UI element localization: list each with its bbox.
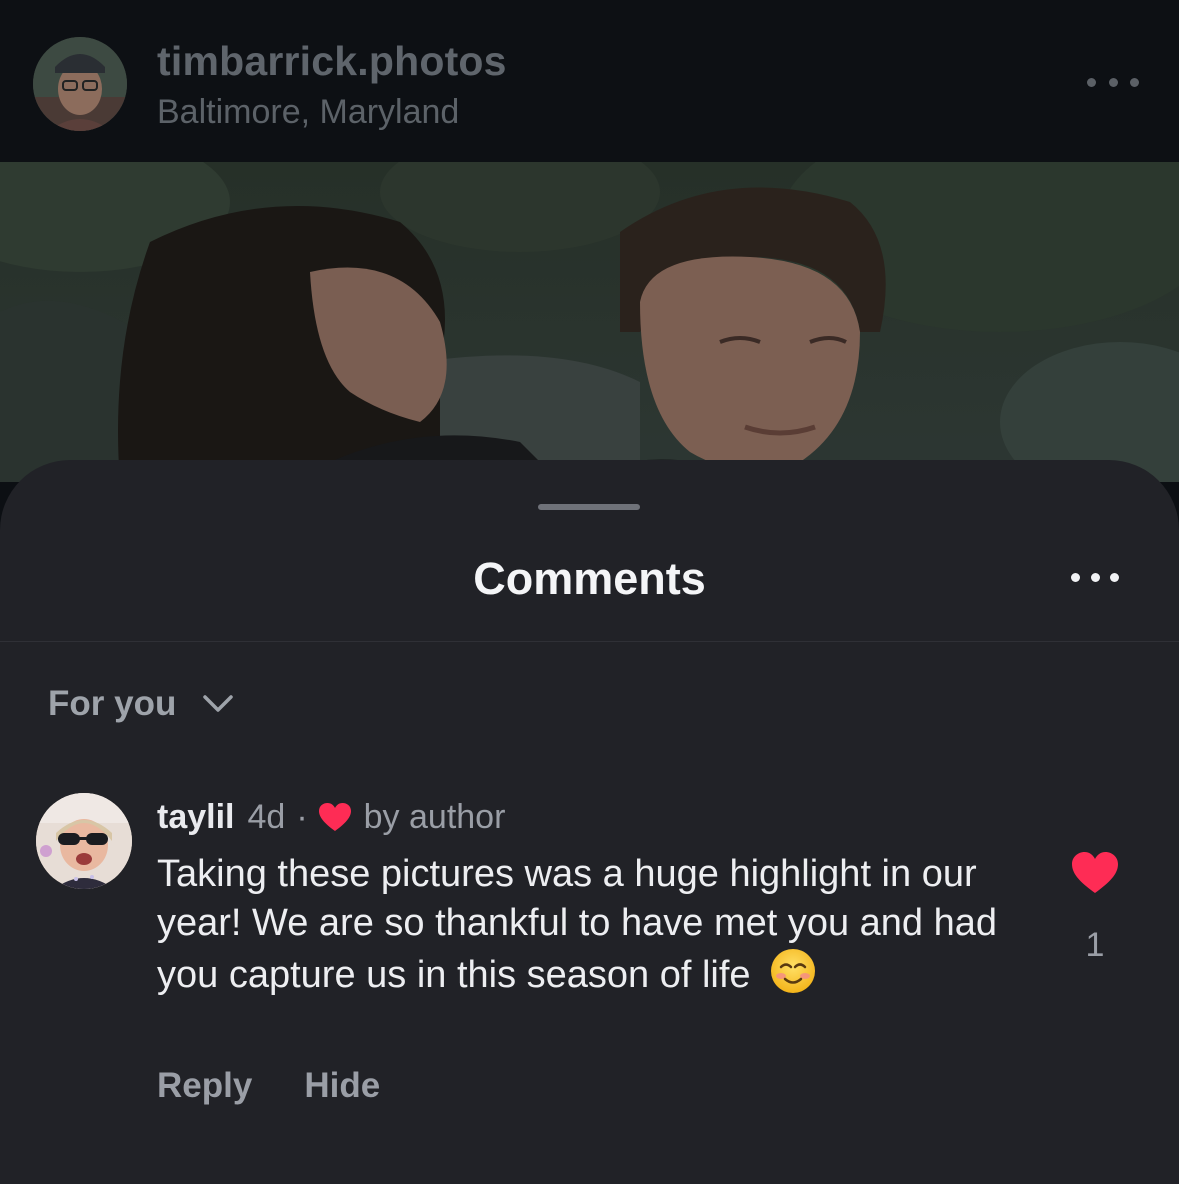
reply-button[interactable]: Reply: [157, 1066, 252, 1106]
comment-author-username[interactable]: taylil: [157, 798, 234, 837]
more-icon[interactable]: [1087, 70, 1139, 94]
comment-body: Taking these pictures was a huge highlig…: [157, 853, 998, 996]
more-icon[interactable]: [1071, 571, 1119, 583]
heart-icon: [318, 803, 351, 831]
hide-button[interactable]: Hide: [304, 1066, 380, 1106]
chevron-down-icon: [203, 695, 234, 712]
smiling-face-emoji: [770, 949, 815, 993]
sort-dropdown[interactable]: For you: [48, 682, 234, 726]
comment-actions: Reply Hide: [157, 1066, 380, 1106]
sheet-divider: [0, 641, 1179, 642]
post-header: timbarrick.photos Baltimore, Maryland: [0, 0, 1179, 162]
post-location[interactable]: Baltimore, Maryland: [157, 93, 459, 132]
sort-label: For you: [48, 684, 177, 723]
comment-meta: taylil 4d · by author: [157, 796, 505, 838]
post-author-username[interactable]: timbarrick.photos: [157, 38, 507, 85]
liked-by-author-label: by author: [363, 797, 506, 836]
comment-author-avatar[interactable]: [36, 793, 132, 889]
heart-icon: [1072, 852, 1118, 893]
meta-separator: ·: [296, 797, 308, 836]
sheet-title: Comments: [473, 553, 706, 604]
sheet-drag-handle[interactable]: [538, 504, 640, 510]
comment-text: Taking these pictures was a huge highlig…: [157, 850, 1037, 1000]
like-count: 1: [1085, 926, 1105, 964]
app-screen: timbarrick.photos Baltimore, Maryland Co…: [0, 0, 1179, 1184]
post-photo: [0, 162, 1179, 482]
comments-sheet: Comments For you taylil 4d · by author T…: [0, 460, 1179, 1184]
comment-timestamp: 4d: [247, 797, 286, 836]
like-button[interactable]: [1071, 851, 1119, 895]
post-author-avatar[interactable]: [33, 37, 127, 131]
